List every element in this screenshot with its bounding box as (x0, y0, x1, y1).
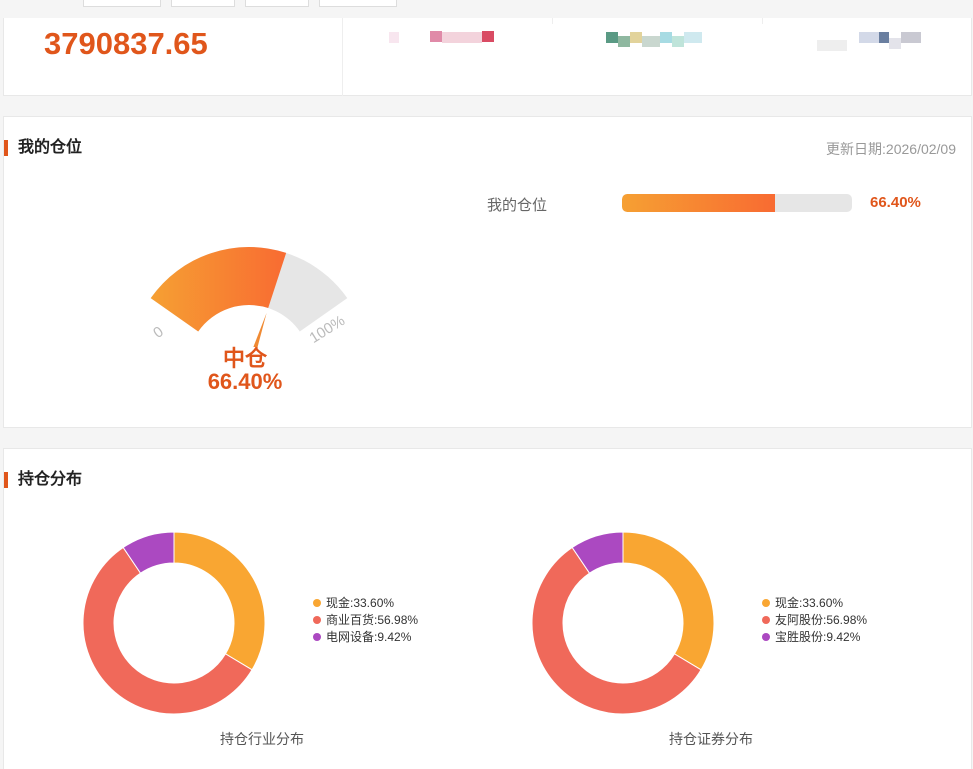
divider (342, 18, 343, 96)
position-percent-label: 66.40% (207, 369, 283, 394)
position-card: 我的仓位 更新日期:2026/02/09 0 100% 中仓 66.40% 我的… (3, 116, 972, 428)
distribution-card: 持仓分布 现金:33.60% 商业百货:56.98% 电网设备:9.42% 持仓… (3, 448, 972, 769)
security-legend: 现金:33.60% 友阿股份:56.98% 宝胜股份:9.42% (762, 595, 867, 646)
position-bar-fill (622, 194, 775, 212)
donut-slice-现金[interactable] (173, 531, 266, 671)
legend-dot (313, 599, 321, 607)
legend-item[interactable]: 现金:33.60% (313, 595, 418, 612)
section-title: 我的仓位 (4, 139, 82, 157)
total-asset-value: 3790837.65 (44, 26, 208, 61)
legend-dot (762, 616, 770, 624)
gauge-fill (150, 247, 287, 332)
section-title: 持仓分布 (4, 471, 82, 489)
legend-dot (762, 633, 770, 641)
gauge-min-label: 0 (150, 323, 167, 342)
security-donut-chart (531, 531, 715, 715)
industry-chart-caption: 持仓行业分布 (220, 731, 304, 747)
top-tab-button[interactable] (171, 0, 235, 7)
legend-dot (313, 616, 321, 624)
legend-dot (762, 599, 770, 607)
top-tab-strip (0, 0, 973, 18)
position-bar-track (622, 194, 852, 212)
top-tab-button[interactable] (245, 0, 309, 7)
divider (552, 18, 553, 24)
security-chart-caption: 持仓证券分布 (669, 731, 753, 747)
divider (762, 18, 763, 24)
legend-item[interactable]: 宝胜股份:9.42% (762, 629, 867, 646)
top-tab-button[interactable] (319, 0, 397, 7)
position-bar-value: 66.40% (870, 194, 921, 211)
legend-item[interactable]: 电网设备:9.42% (313, 629, 418, 646)
legend-item[interactable]: 现金:33.60% (762, 595, 867, 612)
update-date: 更新日期:2026/02/09 (826, 141, 956, 157)
position-bar-label: 我的仓位 (487, 197, 548, 214)
position-gauge: 0 100% (150, 247, 348, 347)
industry-donut-chart (82, 531, 266, 715)
summary-card: 3790837.65 (3, 18, 972, 96)
legend-item[interactable]: 友阿股份:56.98% (762, 612, 867, 629)
top-tab-button[interactable] (83, 0, 161, 7)
legend-dot (313, 633, 321, 641)
donut-slice-现金[interactable] (622, 531, 715, 671)
industry-legend: 现金:33.60% 商业百货:56.98% 电网设备:9.42% (313, 595, 418, 646)
legend-item[interactable]: 商业百货:56.98% (313, 612, 418, 629)
